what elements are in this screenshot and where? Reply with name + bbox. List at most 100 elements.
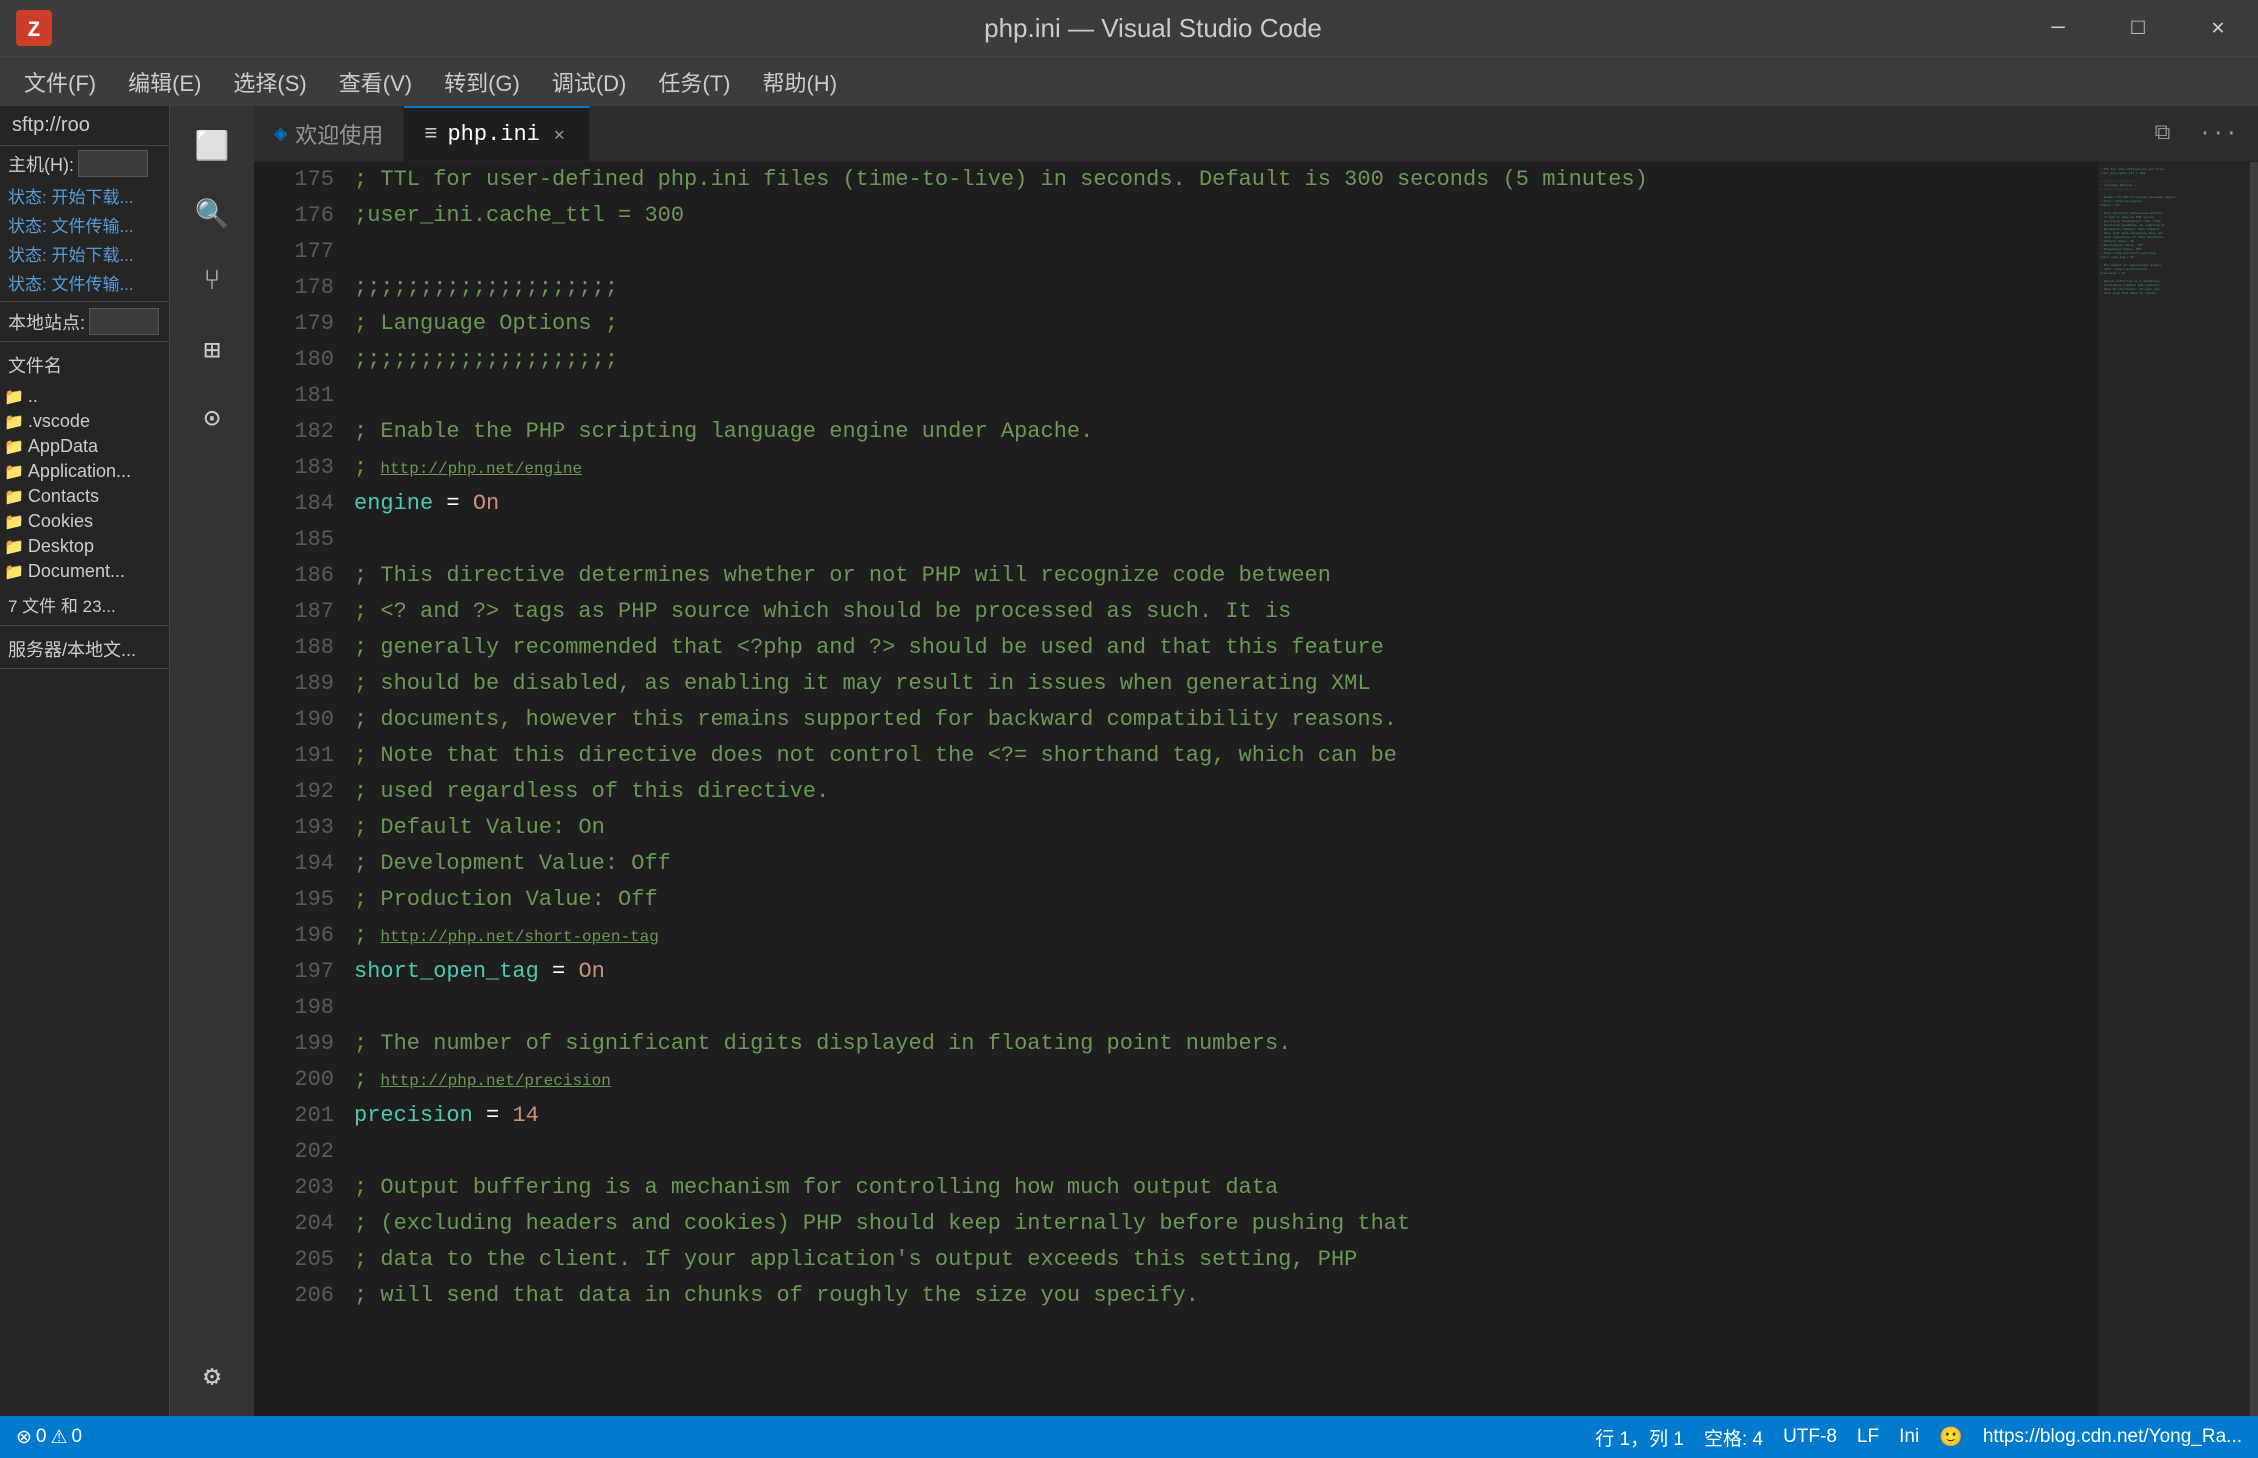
menu-item[interactable]: 查看(V) — [323, 60, 428, 104]
line-ending[interactable]: LF — [1857, 1426, 1879, 1448]
tab-welcome-label: 欢迎使用 — [295, 118, 383, 150]
language-mode[interactable]: Ini — [1899, 1426, 1919, 1448]
line-content: ; TTL for user-defined php.ini files (ti… — [354, 162, 1648, 199]
folder-icon: 📁 — [4, 537, 24, 557]
line-content: ; Language Options ; — [354, 306, 618, 343]
line-content: ; This directive determines whether or n… — [354, 558, 1331, 595]
code-line: 203; Output buffering is a mechanism for… — [274, 1170, 2078, 1206]
line-content: ; (excluding headers and cookies) PHP sh… — [354, 1206, 1410, 1243]
line-number: 186 — [274, 558, 354, 594]
files-icon[interactable]: ⬜ — [180, 114, 244, 178]
tab-close-button[interactable]: ✕ — [550, 122, 569, 148]
code-line: 192; used regardless of this directive. — [274, 774, 2078, 810]
ftp-status-line: 状态: 文件传输... — [0, 210, 169, 239]
file-tree-item[interactable]: 📁.vscode — [0, 409, 169, 434]
file-tree-label: Document... — [28, 561, 125, 582]
line-number: 193 — [274, 810, 354, 846]
code-link[interactable]: http://php.net/engine — [380, 460, 582, 478]
folder-icon: 📁 — [4, 387, 24, 407]
line-content: ; documents, however this remains suppor… — [354, 702, 1397, 739]
file-tree-item[interactable]: 📁Document... — [0, 559, 169, 584]
line-number: 183 — [274, 450, 354, 486]
smiley-icon[interactable]: 🙂 — [1939, 1425, 1963, 1449]
code-line: 205; data to the client. If your applica… — [274, 1242, 2078, 1278]
split-editor-button[interactable]: ⧉ — [2147, 117, 2179, 150]
indentation[interactable]: 空格: 4 — [1704, 1424, 1763, 1451]
line-number: 180 — [274, 342, 354, 378]
file-tree-item[interactable]: 📁Desktop — [0, 534, 169, 559]
search-icon[interactable]: 🔍 — [180, 182, 244, 246]
maximize-button[interactable]: □ — [2098, 0, 2178, 56]
line-number: 199 — [274, 1026, 354, 1062]
file-tree-item[interactable]: 📁.. — [0, 384, 169, 409]
code-line: 206; will send that data in chunks of ro… — [274, 1278, 2078, 1314]
menu-item[interactable]: 文件(F) — [8, 60, 112, 104]
svg-text:Z: Z — [27, 18, 40, 43]
tab-welcome[interactable]: ◈ 欢迎使用 — [254, 106, 404, 161]
ftp-panel: sftp://roo 主机(H): 状态: 开始下载...状态: 文件传输...… — [0, 106, 170, 1416]
server-label: 服务器/本地文... — [0, 630, 169, 664]
window-title: php.ini — Visual Studio Code — [64, 13, 2242, 44]
file-count: 7 文件 和 23... — [0, 588, 169, 621]
right-link[interactable]: https://blog.cdn.net/Yong_Ra... — [1983, 1426, 2242, 1448]
line-number: 181 — [274, 378, 354, 414]
minimap-slider[interactable] — [2250, 162, 2258, 1416]
code-line: 185 — [274, 522, 2078, 558]
folder-icon: 📁 — [4, 487, 24, 507]
welcome-tab-icon: ◈ — [274, 121, 287, 147]
code-line: 177 — [274, 234, 2078, 270]
file-tree-item[interactable]: 📁Contacts — [0, 484, 169, 509]
code-link[interactable]: http://php.net/short-open-tag — [380, 928, 658, 946]
more-actions-button[interactable]: ··· — [2190, 117, 2246, 150]
settings-icon[interactable]: ⚙ — [180, 1344, 244, 1408]
code-line: 201precision = 14 — [274, 1098, 2078, 1134]
local-path-input[interactable] — [89, 308, 159, 335]
close-button[interactable]: ✕ — [2178, 0, 2258, 56]
extensions-icon[interactable]: ⊞ — [180, 318, 244, 382]
line-content: short_open_tag = On — [354, 954, 605, 991]
code-line: 202 — [274, 1134, 2078, 1170]
line-content: ; Output buffering is a mechanism for co… — [354, 1170, 1278, 1207]
remote-icon[interactable]: ⊙ — [180, 386, 244, 450]
code-link[interactable]: http://php.net/precision — [380, 1072, 610, 1090]
minimize-button[interactable]: ─ — [2018, 0, 2098, 56]
activity-bar: ⬜🔍⑂⊞⊙ ⚙ — [170, 106, 254, 1416]
code-area[interactable]: 175; TTL for user-defined php.ini files … — [254, 162, 2078, 1416]
error-count: 0 — [36, 1426, 47, 1448]
file-tree-item[interactable]: 📁Cookies — [0, 509, 169, 534]
menu-item[interactable]: 任务(T) — [642, 60, 746, 104]
vertical-scrollbar[interactable] — [2078, 162, 2098, 1416]
code-line: 183; http://php.net/engine — [274, 450, 2078, 486]
minimap-content: ; TTL for user-defined php.ini files ;us… — [2098, 162, 2258, 1416]
file-tree: 📁..📁.vscode📁AppData📁Application...📁Conta… — [0, 380, 169, 588]
line-number: 184 — [274, 486, 354, 522]
line-content: precision = 14 — [354, 1098, 539, 1135]
phpini-tab-icon: ≡ — [424, 122, 437, 147]
cursor-position[interactable]: 行 1，列 1 — [1595, 1424, 1684, 1451]
tab-phpini[interactable]: ≡ php.ini ✕ — [404, 106, 589, 161]
file-tree-item[interactable]: 📁Application... — [0, 459, 169, 484]
error-status[interactable]: ⊗ 0 ⚠ 0 — [16, 1426, 82, 1449]
menu-item[interactable]: 编辑(E) — [112, 60, 217, 104]
menu-item[interactable]: 调试(D) — [536, 60, 643, 104]
source-control-icon[interactable]: ⑂ — [180, 250, 244, 314]
local-path-row: 本地站点: — [0, 306, 169, 337]
folder-icon: 📁 — [4, 512, 24, 532]
encoding[interactable]: UTF-8 — [1783, 1426, 1837, 1448]
status-lines: 状态: 开始下载...状态: 文件传输...状态: 开始下载...状态: 文件传… — [0, 181, 169, 297]
code-line: 184engine = On — [274, 486, 2078, 522]
file-tree-label: .vscode — [28, 411, 90, 432]
file-tree-item[interactable]: 📁AppData — [0, 434, 169, 459]
line-number: 197 — [274, 954, 354, 990]
host-input[interactable] — [78, 150, 148, 177]
line-content: ; Development Value: Off — [354, 846, 671, 883]
menu-item[interactable]: 转到(G) — [428, 60, 536, 104]
code-line: 188; generally recommended that <?php an… — [274, 630, 2078, 666]
line-number: 205 — [274, 1242, 354, 1278]
code-line: 175; TTL for user-defined php.ini files … — [274, 162, 2078, 198]
code-line: 191; Note that this directive does not c… — [274, 738, 2078, 774]
menu-item[interactable]: 选择(S) — [217, 60, 322, 104]
line-number: 196 — [274, 918, 354, 954]
code-line: 179; Language Options ; — [274, 306, 2078, 342]
menu-item[interactable]: 帮助(H) — [746, 60, 853, 104]
